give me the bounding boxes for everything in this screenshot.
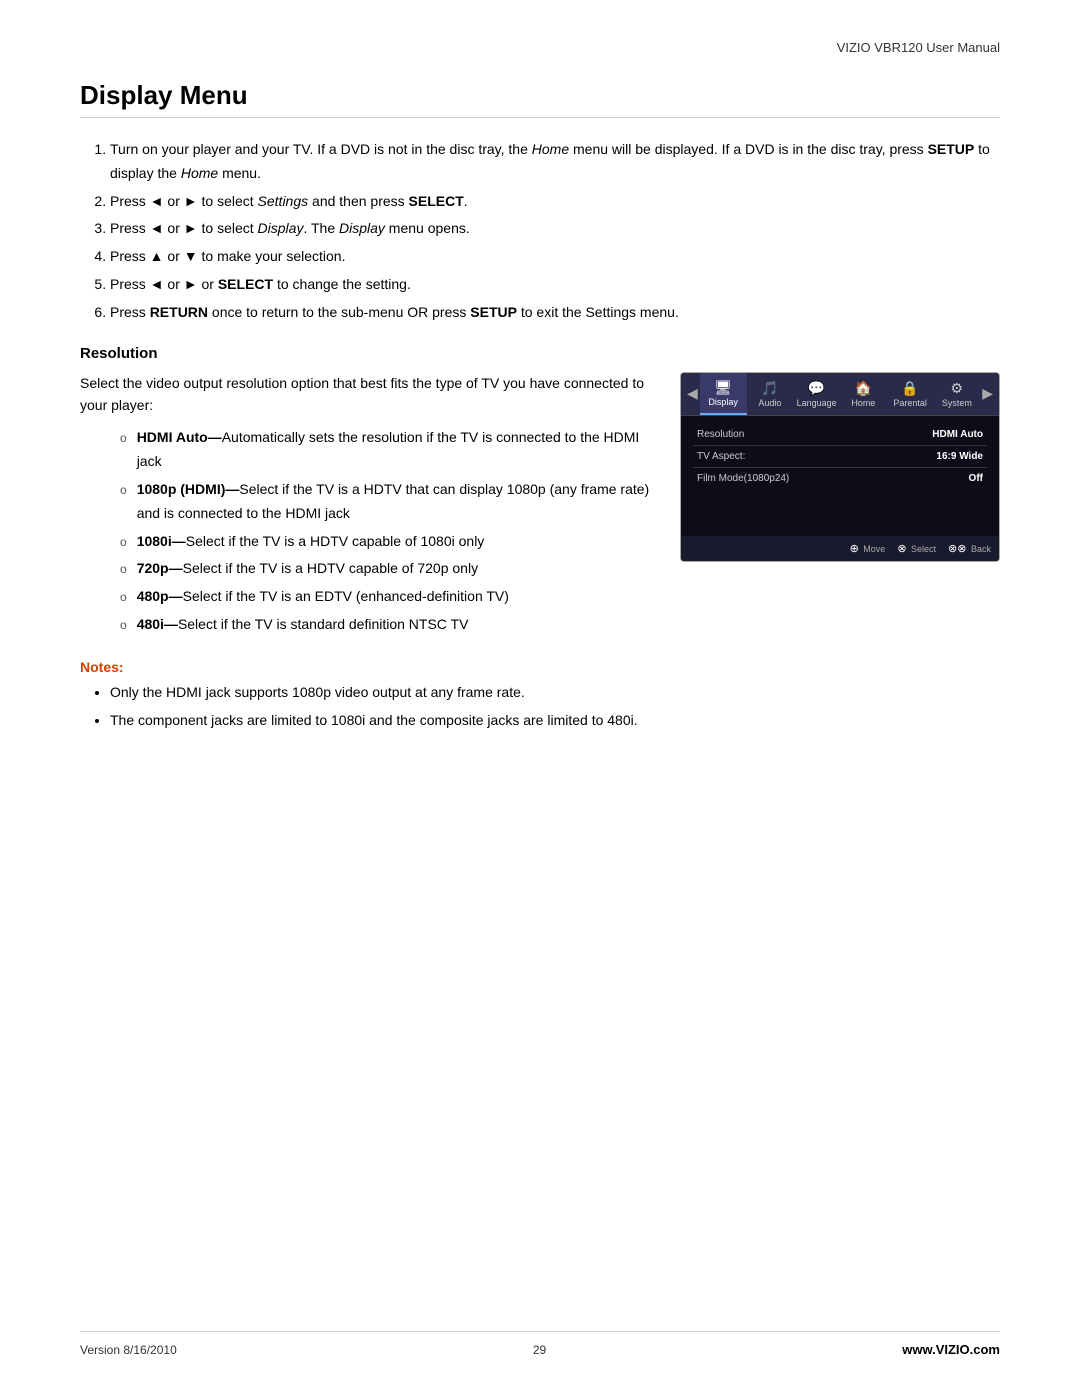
option-1080p-hdmi-text: 1080p (HDMI)—Select if the TV is a HDTV … [137, 478, 660, 526]
footer-url: www.VIZIO.com [902, 1342, 1000, 1357]
resolution-text-block: Select the video output resolution optio… [80, 372, 660, 641]
footer-move: ⊕ Move [850, 542, 886, 555]
menu-tabs-bar: ◀ 🖥 Display 🎵 Audio 💬 Language 🏠 [681, 373, 999, 416]
menu-row-resolution: Resolution HDMI Auto [693, 424, 987, 446]
right-arrow-icon: ▶ [980, 385, 995, 402]
resolution-options-list: HDMI Auto—Automatically sets the resolut… [120, 426, 660, 636]
step-2: Press ◄ or ► to select Settings and then… [110, 190, 1000, 214]
language-icon: 💬 [795, 380, 838, 397]
step-4: Press ▲ or ▼ to make your selection. [110, 245, 1000, 269]
tab-system[interactable]: ⚙ System [933, 374, 980, 414]
menu-row-film-mode: Film Mode(1080p24) Off [693, 468, 987, 489]
option-480p: 480p—Select if the TV is an EDTV (enhanc… [120, 585, 660, 609]
menu-body: Resolution HDMI Auto TV Aspect: 16:9 Wid… [681, 416, 999, 536]
tab-language[interactable]: 💬 Language [793, 374, 840, 414]
page-title: Display Menu [80, 80, 1000, 118]
option-1080i-text: 1080i—Select if the TV is a HDTV capable… [137, 530, 485, 554]
tab-audio[interactable]: 🎵 Audio [747, 374, 794, 414]
system-icon: ⚙ [935, 380, 978, 397]
tab-parental[interactable]: 🔒 Parental [887, 374, 934, 414]
option-hdmi-auto: HDMI Auto—Automatically sets the resolut… [120, 426, 660, 474]
film-mode-value: Off [969, 473, 983, 484]
step-3: Press ◄ or ► to select Display. The Disp… [110, 217, 1000, 241]
menu-footer: ⊕ Move ⊗ Select ⊗⊗ Back [681, 536, 999, 561]
resolution-heading: Resolution [80, 345, 1000, 362]
resolution-section: Select the video output resolution optio… [80, 372, 1000, 641]
option-hdmi-auto-text: HDMI Auto—Automatically sets the resolut… [137, 426, 660, 474]
tv-aspect-label: TV Aspect: [697, 451, 745, 462]
menu-screenshot: ◀ 🖥 Display 🎵 Audio 💬 Language 🏠 [680, 372, 1000, 641]
left-arrow-icon: ◀ [685, 385, 700, 402]
option-720p: 720p—Select if the TV is a HDTV capable … [120, 557, 660, 581]
resolution-value: HDMI Auto [932, 429, 983, 440]
step-1: Turn on your player and your TV. If a DV… [110, 138, 1000, 186]
option-480i: 480i—Select if the TV is standard defini… [120, 613, 660, 637]
main-steps-list: Turn on your player and your TV. If a DV… [110, 138, 1000, 325]
note-2: The component jacks are limited to 1080i… [110, 709, 1000, 733]
step-6: Press RETURN once to return to the sub-m… [110, 301, 1000, 325]
option-720p-text: 720p—Select if the TV is a HDTV capable … [137, 557, 478, 581]
header-title: VIZIO VBR120 User Manual [837, 40, 1000, 55]
page-container: VIZIO VBR120 User Manual Display Menu Tu… [0, 0, 1080, 1397]
footer-back: ⊗⊗ Back [948, 542, 991, 555]
menu-row-tv-aspect: TV Aspect: 16:9 Wide [693, 446, 987, 468]
film-mode-label: Film Mode(1080p24) [697, 473, 789, 484]
step-5: Press ◄ or ► or SELECT to change the set… [110, 273, 1000, 297]
tv-aspect-value: 16:9 Wide [936, 451, 983, 462]
page-footer: Version 8/16/2010 29 www.VIZIO.com [80, 1331, 1000, 1357]
tab-display[interactable]: 🖥 Display [700, 373, 747, 415]
footer-select: ⊗ Select [897, 542, 936, 555]
footer-page-number: 29 [533, 1343, 546, 1357]
option-480p-text: 480p—Select if the TV is an EDTV (enhanc… [137, 585, 509, 609]
footer-version: Version 8/16/2010 [80, 1343, 177, 1357]
tab-home[interactable]: 🏠 Home [840, 374, 887, 414]
menu-screenshot-box: ◀ 🖥 Display 🎵 Audio 💬 Language 🏠 [680, 372, 1000, 562]
option-480i-text: 480i—Select if the TV is standard defini… [137, 613, 469, 637]
notes-list: Only the HDMI jack supports 1080p video … [110, 681, 1000, 733]
parental-icon: 🔒 [889, 380, 932, 397]
option-1080p-hdmi: 1080p (HDMI)—Select if the TV is a HDTV … [120, 478, 660, 526]
audio-icon: 🎵 [749, 380, 792, 397]
notes-label: Notes: [80, 659, 1000, 675]
home-icon: 🏠 [842, 380, 885, 397]
resolution-intro: Select the video output resolution optio… [80, 372, 660, 417]
display-icon: 🖥 [702, 379, 745, 396]
option-1080i: 1080i—Select if the TV is a HDTV capable… [120, 530, 660, 554]
resolution-label: Resolution [697, 429, 744, 440]
note-1: Only the HDMI jack supports 1080p video … [110, 681, 1000, 705]
